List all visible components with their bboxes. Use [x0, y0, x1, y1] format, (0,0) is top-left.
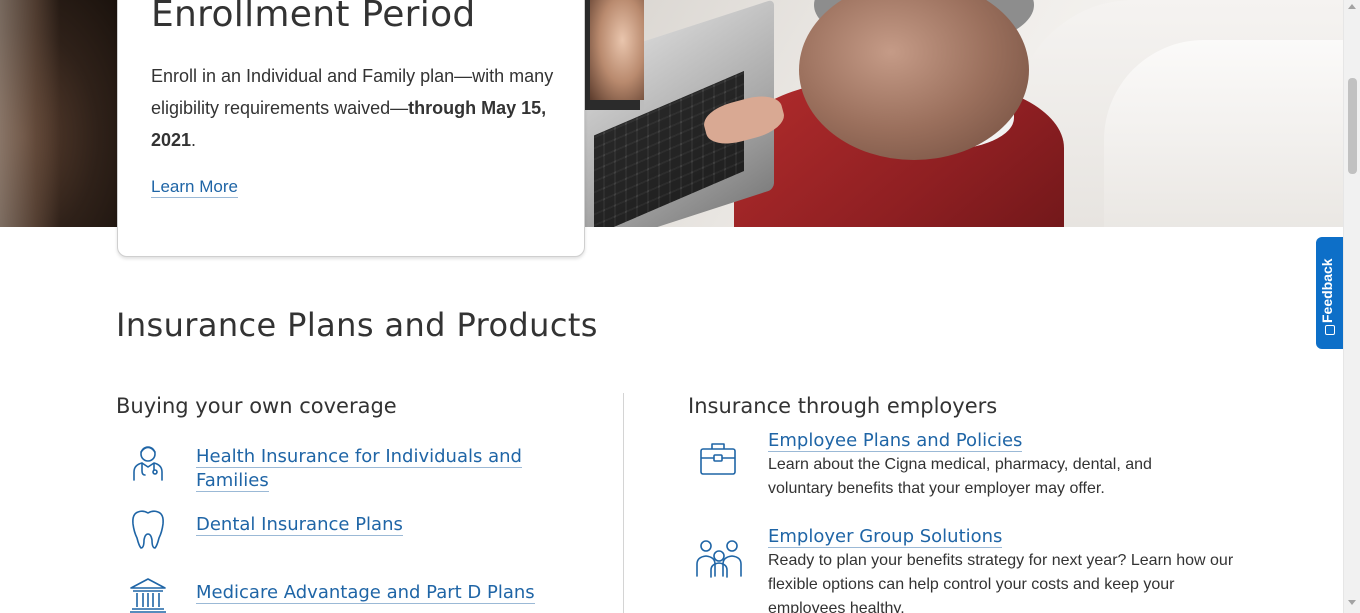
learn-more-link[interactable]: Learn More — [151, 177, 238, 198]
hero-photo-left — [0, 0, 118, 227]
doctor-icon — [133, 446, 163, 481]
employee-plans-description: Learn about the Cigna medical, pharmacy,… — [768, 456, 1152, 497]
hero-photo-right — [584, 0, 1343, 227]
health-insurance-link[interactable]: Health Insurance for Individuals and Fam… — [196, 445, 566, 493]
group-people-icon — [696, 540, 742, 578]
scroll-down-arrow-icon[interactable] — [1348, 600, 1356, 605]
hero-body: Enroll in an Individual and Family plan—… — [151, 66, 554, 150]
hero-title: Enrollment Period — [151, 0, 476, 35]
page-scrollbar[interactable] — [1343, 0, 1360, 613]
briefcase-icon — [700, 443, 736, 475]
feedback-tab[interactable]: Feedback — [1316, 237, 1343, 349]
scroll-up-arrow-icon[interactable] — [1348, 4, 1356, 9]
employer-group-solutions-link[interactable]: Employer Group Solutions — [768, 525, 1003, 549]
building-columns-icon — [130, 578, 166, 613]
feedback-icon — [1325, 325, 1335, 335]
section-title: Insurance Plans and Products — [116, 306, 598, 344]
dental-insurance-link[interactable]: Dental Insurance Plans — [196, 513, 403, 537]
employee-plans-link[interactable]: Employee Plans and Policies — [768, 429, 1023, 453]
column-divider — [623, 393, 624, 613]
tooth-icon — [132, 510, 164, 549]
feedback-label: Feedback — [1319, 258, 1335, 323]
own-coverage-heading: Buying your own coverage — [116, 394, 397, 418]
enrollment-card: Enrollment Period Enroll in an Individua… — [117, 0, 585, 257]
medicare-plans-link[interactable]: Medicare Advantage and Part D Plans — [196, 581, 535, 605]
employer-group-solutions-description: Ready to plan your benefits strategy for… — [768, 552, 1234, 613]
scroll-thumb[interactable] — [1348, 78, 1357, 174]
employers-heading: Insurance through employers — [688, 394, 998, 418]
